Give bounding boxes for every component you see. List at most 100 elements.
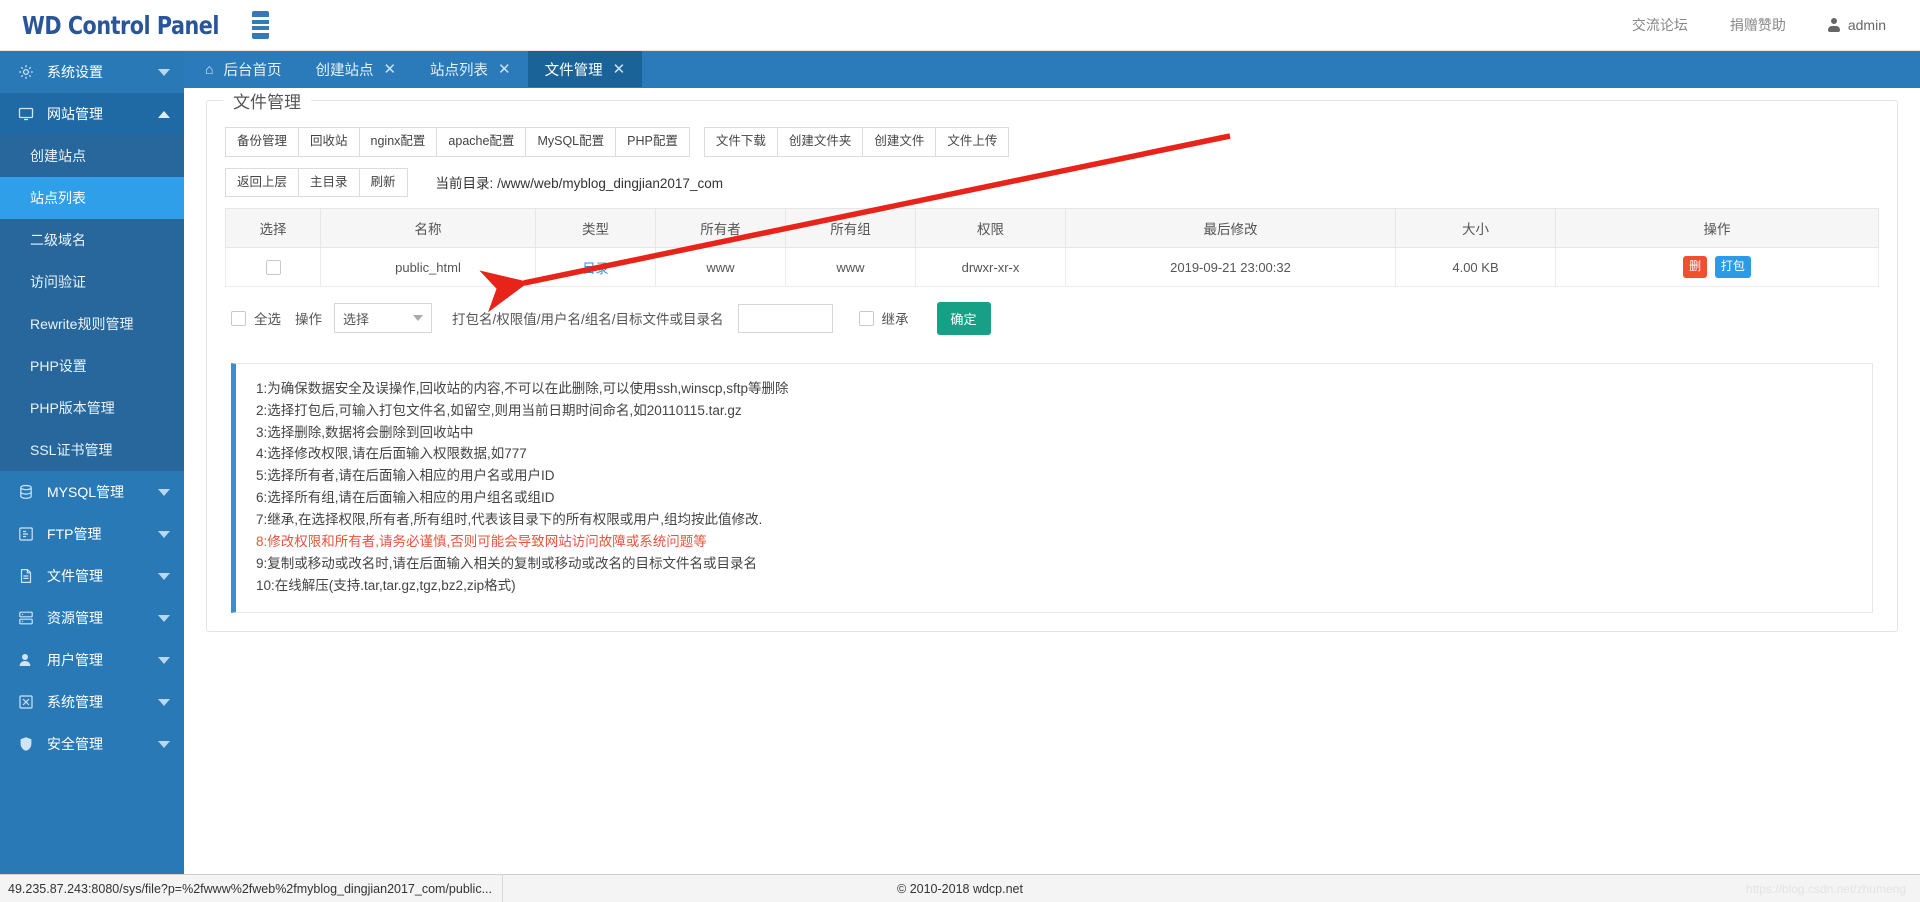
shield-icon (16, 736, 36, 752)
chevron-down-icon (158, 614, 170, 622)
row-owner: www (655, 247, 786, 287)
current-directory-path: /www/web/myblog_dingjian2017_com (497, 176, 723, 192)
sidebar-item-security-management[interactable]: 安全管理 (0, 723, 184, 765)
sidebar-subitem-label: PHP版本管理 (30, 400, 115, 416)
sidebar-item-access-auth[interactable]: 访问验证 (0, 261, 184, 303)
sidebar-item-label: MYSQL管理 (47, 484, 125, 500)
apache-config-button[interactable]: apache配置 (436, 127, 527, 157)
row-type-link[interactable]: 目录 (582, 261, 608, 276)
close-icon[interactable]: ✕ (613, 61, 626, 77)
monitor-icon (16, 106, 36, 122)
toolbar-row-navigation: 返回上层 主目录 刷新 当前目录: /www/web/myblog_dingji… (225, 167, 1879, 198)
notice-line-3: 3:选择删除,数据将会删除到回收站中 (256, 424, 474, 440)
mysql-config-button[interactable]: MySQL配置 (525, 127, 617, 157)
tab-dashboard[interactable]: ⌂ 后台首页 (188, 51, 298, 87)
copyright-text: © 2010-2018 wdcp.net (897, 881, 1023, 896)
th-owner: 所有者 (655, 208, 786, 249)
sidebar-item-create-site[interactable]: 创建站点 (0, 135, 184, 177)
current-directory: 当前目录: /www/web/myblog_dingjian2017_com (436, 172, 723, 192)
sidebar-item-label: 资源管理 (47, 610, 103, 626)
sidebar-item-label: 用户管理 (47, 652, 103, 668)
select-all-checkbox[interactable] (231, 310, 246, 326)
sidebar-subitem-label: 站点列表 (30, 190, 86, 206)
sidebar-item-website-management[interactable]: 网站管理 (0, 93, 184, 135)
close-icon[interactable]: ✕ (383, 61, 396, 77)
notice-line-1: 1:为确保数据安全及误操作,回收站的内容,不可以在此删除,可以使用ssh,win… (256, 380, 789, 396)
operation-select[interactable]: 选择 (334, 303, 432, 334)
chevron-down-icon (158, 572, 170, 580)
sidebar-item-label: 系统设置 (47, 64, 103, 80)
sidebar-item-mysql-management[interactable]: MYSQL管理 (0, 471, 184, 513)
row-checkbox[interactable] (265, 260, 281, 276)
close-icon[interactable]: ✕ (498, 61, 511, 77)
select-all-label: 全选 (254, 312, 281, 328)
sidebar-item-system-settings[interactable]: 系统设置 (0, 51, 184, 93)
sidebar-item-system-management[interactable]: 系统管理 (0, 681, 184, 723)
recycle-bin-button[interactable]: 回收站 (298, 127, 360, 157)
php-config-button[interactable]: PHP配置 (615, 127, 690, 157)
toolbar-group-file-ops: 文件下载 创建文件夹 创建文件 文件上传 (703, 127, 1010, 157)
inherit-checkbox[interactable] (858, 310, 874, 326)
nginx-config-button[interactable]: nginx配置 (358, 127, 438, 157)
sidebar-item-php-version[interactable]: PHP版本管理 (0, 387, 184, 429)
th-actions: 操作 (1555, 208, 1879, 249)
sidebar-item-label: 网站管理 (47, 106, 103, 122)
sidebar-item-rewrite-rules[interactable]: Rewrite规则管理 (0, 303, 184, 345)
sidebar-item-ftp-management[interactable]: FTP管理 (0, 513, 184, 555)
sidebar-item-user-management[interactable]: 用户管理 (0, 639, 184, 681)
sidebar-group-file: 文件管理 (0, 555, 184, 597)
field-hint-label: 打包名/权限值/用户名/组名/目标文件或目录名 (452, 312, 724, 328)
chevron-down-icon (158, 530, 170, 538)
chevron-down-icon (158, 68, 170, 76)
sidebar-item-ssl-cert[interactable]: SSL证书管理 (0, 429, 184, 471)
submit-button[interactable]: 确定 (936, 301, 991, 335)
go-up-button[interactable]: 返回上层 (225, 167, 300, 198)
th-group: 所有组 (785, 208, 916, 249)
watermark-text: https://blog.csdn.net/zhumeng (1745, 881, 1906, 896)
notice-line-5: 5:选择所有者,请在后面输入相应的用户名或用户ID (256, 468, 555, 484)
home-dir-button[interactable]: 主目录 (298, 167, 360, 198)
top-header-bar: WD Control Panel 交流论坛 捐赠赞助 admin (0, 0, 1920, 51)
tab-label: 创建站点 (315, 62, 374, 79)
chevron-down-icon (158, 698, 170, 706)
th-select: 选择 (225, 208, 321, 249)
file-download-button[interactable]: 文件下载 (703, 127, 778, 157)
sidebar-item-resource-management[interactable]: 资源管理 (0, 597, 184, 639)
donate-link[interactable]: 捐赠赞助 (1730, 15, 1786, 35)
row-size: 4.00 KB (1395, 247, 1556, 287)
toolbar-group-config: 备份管理 回收站 nginx配置 apache配置 MySQL配置 PHP配置 (225, 127, 690, 157)
current-directory-label: 当前目录: (435, 176, 494, 192)
row-group: www (785, 247, 916, 287)
create-folder-button[interactable]: 创建文件夹 (776, 127, 864, 157)
sidebar-item-site-list[interactable]: 站点列表 (0, 177, 184, 219)
pack-button[interactable]: 打包 (1714, 256, 1751, 278)
user-menu[interactable]: admin (1828, 17, 1886, 33)
toolbar-row-primary: 备份管理 回收站 nginx配置 apache配置 MySQL配置 PHP配置 … (225, 127, 1879, 157)
resource-icon (16, 610, 36, 626)
sidebar-item-label: FTP管理 (47, 526, 102, 542)
sidebar-subitem-label: 创建站点 (30, 148, 86, 164)
forum-link[interactable]: 交流论坛 (1632, 15, 1688, 35)
chevron-down-icon (158, 740, 170, 748)
tab-create-site[interactable]: 创建站点 ✕ (298, 51, 413, 87)
table-header-row: 选择 名称 类型 所有者 所有组 权限 最后修改 大小 操作 (225, 208, 1879, 249)
sidebar-item-subdomain[interactable]: 二级域名 (0, 219, 184, 261)
sidebar-item-file-management[interactable]: 文件管理 (0, 555, 184, 597)
user-icon (1828, 18, 1841, 32)
sidebar-group-security: 安全管理 (0, 723, 184, 765)
operation-select-value: 选择 (343, 311, 370, 327)
refresh-button[interactable]: 刷新 (358, 167, 408, 198)
toolbar-group-nav: 返回上层 主目录 刷新 (225, 167, 408, 198)
action-value-input[interactable] (737, 303, 833, 333)
sidebar-item-php-settings[interactable]: PHP设置 (0, 345, 184, 387)
create-file-button[interactable]: 创建文件 (862, 127, 937, 157)
inherit-label: 继承 (881, 312, 909, 328)
tab-site-list[interactable]: 站点列表 ✕ (413, 51, 528, 87)
backup-management-button[interactable]: 备份管理 (225, 127, 300, 157)
sidebar-group-resource: 资源管理 (0, 597, 184, 639)
file-upload-button[interactable]: 文件上传 (935, 127, 1010, 157)
hamburger-icon[interactable] (252, 11, 270, 39)
tab-file-management[interactable]: 文件管理 ✕ (527, 51, 643, 87)
delete-button[interactable]: 删 (1683, 256, 1708, 278)
status-url: 49.235.87.243:8080/sys/file?p=%2fwww%2fw… (0, 875, 503, 902)
